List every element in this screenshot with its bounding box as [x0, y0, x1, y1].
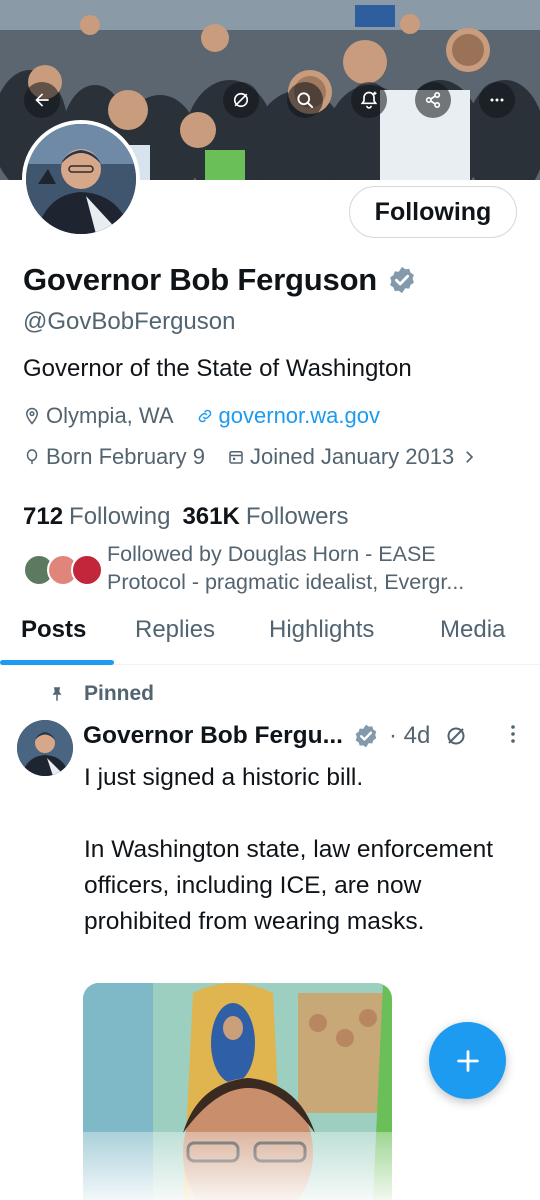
follow-counts: 712 Following 361K Followers	[23, 503, 361, 531]
search-icon	[297, 92, 314, 109]
display-name: Governor Bob Ferguson	[23, 262, 378, 297]
chevron-right-icon	[466, 451, 474, 463]
following-button[interactable]: Following	[349, 186, 517, 238]
joined-text: Joined January 2013	[249, 444, 455, 469]
verified-badge-icon	[355, 724, 377, 748]
search-button[interactable]	[287, 82, 323, 118]
share-button[interactable]	[415, 82, 451, 118]
plus-icon	[456, 1049, 479, 1072]
more-button[interactable]	[479, 82, 515, 118]
grok-icon	[233, 92, 249, 108]
joined[interactable]: Joined January 2013	[227, 444, 478, 470]
balloon-icon	[26, 449, 38, 465]
avatar-image	[17, 720, 73, 776]
post-text-line: In Washington state, law enforcement off…	[84, 836, 493, 935]
back-button[interactable]	[24, 82, 60, 118]
grok-button[interactable]	[223, 82, 259, 118]
avatar-image	[26, 124, 136, 234]
website-link[interactable]: governor.wa.gov	[219, 403, 380, 429]
calendar-icon	[229, 451, 243, 464]
location: Olympia, WA	[23, 403, 174, 429]
post-text-line	[84, 796, 504, 832]
profile-handle: @GovBobFerguson	[23, 308, 236, 335]
tab-highlights[interactable]: Highlights	[269, 616, 374, 644]
pinned-label: Pinned	[48, 682, 154, 706]
notification-bell-icon	[360, 91, 378, 109]
post-timestamp: · 4d	[389, 722, 431, 749]
tab-replies[interactable]: Replies	[135, 616, 215, 644]
birthday-text: Born February 9	[46, 444, 205, 469]
mutual-avatar	[71, 554, 103, 586]
notifications-button[interactable]	[351, 82, 387, 118]
profile-bio: Governor of the State of Washington	[23, 355, 412, 382]
active-tab-indicator	[0, 660, 114, 665]
back-arrow-icon	[35, 93, 49, 107]
profile-name-row: Governor Bob Ferguson	[23, 262, 417, 298]
tab-posts[interactable]: Posts	[21, 616, 86, 644]
profile-meta-row-1: Olympia, WA governor.wa.gov	[23, 403, 402, 429]
location-pin-icon	[25, 407, 39, 425]
media-fade-overlay	[83, 1132, 392, 1200]
followed-by[interactable]: Followed by Douglas Horn - EASE Protocol…	[23, 540, 517, 596]
profile-tabs: Posts Replies Highlights Media	[0, 604, 540, 665]
post-text: I just signed a historic bill. In Washin…	[84, 760, 504, 940]
location-text: Olympia, WA	[46, 403, 174, 428]
grok-icon[interactable]	[444, 724, 468, 748]
following-count[interactable]: 712 Following	[23, 503, 170, 531]
post-more-icon[interactable]	[505, 722, 521, 746]
website[interactable]: governor.wa.gov	[196, 403, 380, 429]
tab-media[interactable]: Media	[440, 616, 505, 644]
post-author-name[interactable]: Governor Bob Fergu...	[83, 722, 343, 750]
compose-post-button[interactable]	[429, 1022, 506, 1099]
profile-avatar[interactable]	[22, 120, 140, 238]
birthday: Born February 9	[23, 444, 205, 470]
followed-by-text: Followed by Douglas Horn - EASE Protocol…	[107, 542, 465, 594]
post-text-line: I just signed a historic bill.	[84, 764, 364, 791]
pin-icon	[52, 687, 62, 701]
share-icon	[425, 92, 441, 108]
profile-meta-row-2: Born February 9 Joined January 2013	[23, 444, 500, 470]
verified-badge-icon[interactable]	[387, 265, 417, 295]
post-author-avatar[interactable]	[17, 720, 73, 776]
followed-by-avatars	[23, 554, 105, 588]
more-icon	[490, 98, 504, 102]
link-icon	[198, 409, 211, 423]
post-header: Governor Bob Fergu... · 4d	[83, 722, 523, 750]
followers-count[interactable]: 361K Followers	[182, 503, 348, 531]
